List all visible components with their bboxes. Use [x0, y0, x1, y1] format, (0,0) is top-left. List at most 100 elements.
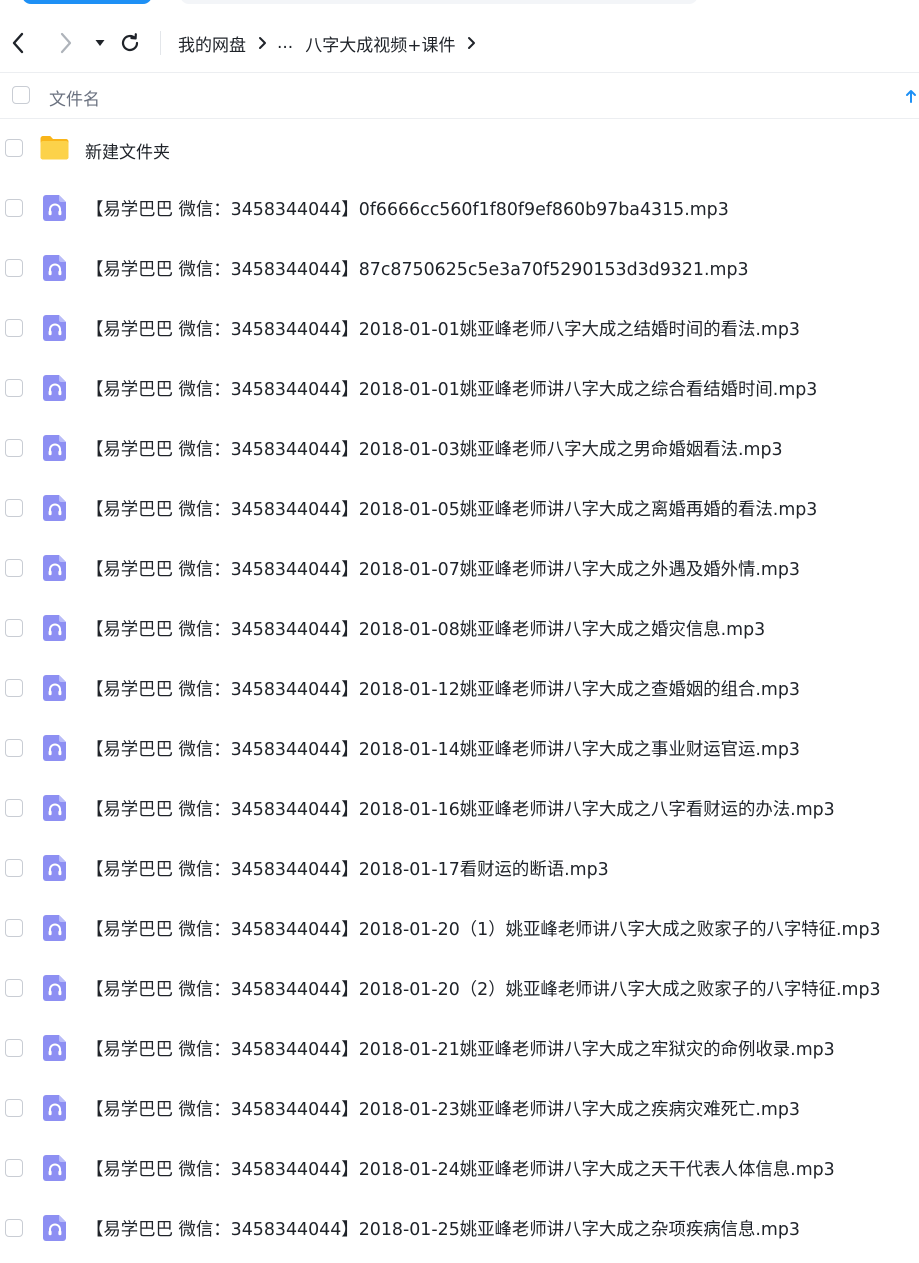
- file-row[interactable]: 【易学巴巴 微信：3458344044】2018-01-08姚亚峰老师讲八字大成…: [0, 599, 919, 659]
- breadcrumb-ellipsis[interactable]: ...: [277, 33, 293, 53]
- file-name[interactable]: 【易学巴巴 微信：3458344044】2018-01-24姚亚峰老师讲八字大成…: [86, 1156, 835, 1181]
- file-row[interactable]: 【易学巴巴 微信：3458344044】2018-01-12姚亚峰老师讲八字大成…: [0, 659, 919, 719]
- audio-file-icon: [43, 975, 66, 1001]
- file-name[interactable]: 【易学巴巴 微信：3458344044】2018-01-20（2）姚亚峰老师讲八…: [86, 976, 881, 1001]
- file-name[interactable]: 【易学巴巴 微信：3458344044】2018-01-01姚亚峰老师讲八字大成…: [86, 376, 817, 401]
- audio-file-icon: [43, 195, 66, 221]
- file-row[interactable]: 【易学巴巴 微信：3458344044】2018-01-07姚亚峰老师讲八字大成…: [0, 539, 919, 599]
- file-name[interactable]: 【易学巴巴 微信：3458344044】2018-01-14姚亚峰老师讲八字大成…: [86, 736, 800, 761]
- sort-ascending-icon[interactable]: [905, 88, 917, 106]
- history-dropdown-button[interactable]: [88, 29, 112, 57]
- row-checkbox[interactable]: [5, 559, 23, 577]
- file-name[interactable]: 【易学巴巴 微信：3458344044】2018-01-23姚亚峰老师讲八字大成…: [86, 1096, 800, 1121]
- row-checkbox[interactable]: [5, 919, 23, 937]
- file-name[interactable]: 【易学巴巴 微信：3458344044】2018-01-25姚亚峰老师讲八字大成…: [86, 1216, 800, 1241]
- top-strip: [0, 0, 919, 14]
- row-checkbox[interactable]: [5, 259, 23, 277]
- file-row[interactable]: 【易学巴巴 微信：3458344044】2018-01-14姚亚峰老师讲八字大成…: [0, 719, 919, 779]
- audio-file-icon: [43, 255, 66, 281]
- audio-file-icon: [43, 855, 66, 881]
- file-name[interactable]: 【易学巴巴 微信：3458344044】2018-01-05姚亚峰老师讲八字大成…: [86, 496, 817, 521]
- toolbar-divider: [160, 31, 161, 55]
- file-row[interactable]: 【易学巴巴 微信：3458344044】2018-01-25姚亚峰老师讲八字大成…: [0, 1199, 919, 1259]
- file-name[interactable]: 【易学巴巴 微信：3458344044】87c8750625c5e3a70f52…: [86, 256, 749, 281]
- file-name[interactable]: 【易学巴巴 微信：3458344044】2018-01-12姚亚峰老师讲八字大成…: [86, 676, 800, 701]
- chevron-right-icon[interactable]: [467, 36, 476, 50]
- row-checkbox[interactable]: [5, 139, 23, 157]
- file-row[interactable]: 【易学巴巴 微信：3458344044】2018-01-23姚亚峰老师讲八字大成…: [0, 1079, 919, 1139]
- file-row[interactable]: 【易学巴巴 微信：3458344044】2018-01-16姚亚峰老师讲八字大成…: [0, 779, 919, 839]
- back-button[interactable]: [6, 29, 30, 57]
- file-name[interactable]: 【易学巴巴 微信：3458344044】2018-01-01姚亚峰老师八字大成之…: [86, 316, 800, 341]
- file-name[interactable]: 【易学巴巴 微信：3458344044】2018-01-16姚亚峰老师讲八字大成…: [86, 796, 835, 821]
- row-checkbox[interactable]: [5, 379, 23, 397]
- row-checkbox[interactable]: [5, 319, 23, 337]
- audio-file-icon: [43, 375, 66, 401]
- chevron-right-icon: [60, 32, 72, 54]
- file-name[interactable]: 新建文件夹: [85, 138, 170, 163]
- file-row[interactable]: 【易学巴巴 微信：3458344044】2018-01-01姚亚峰老师八字大成之…: [0, 299, 919, 359]
- file-row[interactable]: 【易学巴巴 微信：3458344044】0f6666cc560f1f80f9ef…: [0, 179, 919, 239]
- row-checkbox[interactable]: [5, 739, 23, 757]
- audio-file-icon: [43, 735, 66, 761]
- audio-file-icon: [43, 435, 66, 461]
- audio-file-icon: [43, 615, 66, 641]
- column-header-filename[interactable]: 文件名: [49, 85, 100, 110]
- audio-file-icon: [43, 1215, 66, 1241]
- file-row[interactable]: 【易学巴巴 微信：3458344044】87c8750625c5e3a70f52…: [0, 239, 919, 299]
- select-all-checkbox[interactable]: [12, 86, 30, 104]
- folder-row[interactable]: 新建文件夹: [0, 119, 919, 179]
- row-checkbox[interactable]: [5, 1039, 23, 1057]
- list-header: 文件名: [0, 74, 919, 119]
- row-checkbox[interactable]: [5, 1159, 23, 1177]
- audio-file-icon: [43, 915, 66, 941]
- file-row[interactable]: 【易学巴巴 微信：3458344044】2018-01-21姚亚峰老师讲八字大成…: [0, 1019, 919, 1079]
- audio-file-icon: [43, 795, 66, 821]
- audio-file-icon: [43, 495, 66, 521]
- row-checkbox[interactable]: [5, 619, 23, 637]
- file-row[interactable]: 【易学巴巴 微信：3458344044】2018-01-20（2）姚亚峰老师讲八…: [0, 959, 919, 1019]
- file-row[interactable]: 【易学巴巴 微信：3458344044】2018-01-20（1）姚亚峰老师讲八…: [0, 899, 919, 959]
- audio-file-icon: [43, 675, 66, 701]
- toolbar: 我的网盘 ... 八字大成视频+课件: [0, 14, 919, 73]
- breadcrumb-root[interactable]: 我的网盘: [178, 31, 246, 56]
- row-checkbox[interactable]: [5, 799, 23, 817]
- file-name[interactable]: 【易学巴巴 微信：3458344044】2018-01-08姚亚峰老师讲八字大成…: [86, 616, 765, 641]
- file-row[interactable]: 【易学巴巴 微信：3458344044】2018-01-03姚亚峰老师八字大成之…: [0, 419, 919, 479]
- file-row[interactable]: 【易学巴巴 微信：3458344044】2018-01-17看财运的断语.mp3: [0, 839, 919, 899]
- chevron-left-icon: [12, 32, 24, 54]
- row-checkbox[interactable]: [5, 1219, 23, 1237]
- upload-button[interactable]: [22, 0, 152, 4]
- file-name[interactable]: 【易学巴巴 微信：3458344044】2018-01-20（1）姚亚峰老师讲八…: [86, 916, 881, 941]
- file-name[interactable]: 【易学巴巴 微信：3458344044】2018-01-03姚亚峰老师八字大成之…: [86, 436, 783, 461]
- chevron-right-icon: [258, 36, 267, 50]
- breadcrumb-current[interactable]: 八字大成视频+课件: [305, 31, 455, 56]
- file-list: 新建文件夹【易学巴巴 微信：3458344044】0f6666cc560f1f8…: [0, 119, 919, 1259]
- row-checkbox[interactable]: [5, 859, 23, 877]
- row-checkbox[interactable]: [5, 979, 23, 997]
- caret-down-icon: [95, 40, 105, 46]
- row-checkbox[interactable]: [5, 439, 23, 457]
- file-row[interactable]: 【易学巴巴 微信：3458344044】2018-01-24姚亚峰老师讲八字大成…: [0, 1139, 919, 1199]
- audio-file-icon: [43, 315, 66, 341]
- file-row[interactable]: 【易学巴巴 微信：3458344044】2018-01-05姚亚峰老师讲八字大成…: [0, 479, 919, 539]
- audio-file-icon: [43, 555, 66, 581]
- search-input[interactable]: [180, 0, 698, 4]
- audio-file-icon: [43, 1095, 66, 1121]
- forward-button[interactable]: [54, 29, 78, 57]
- breadcrumb: 我的网盘 ... 八字大成视频+课件: [178, 28, 486, 58]
- row-checkbox[interactable]: [5, 1099, 23, 1117]
- file-name[interactable]: 【易学巴巴 微信：3458344044】2018-01-21姚亚峰老师讲八字大成…: [86, 1036, 835, 1061]
- file-row[interactable]: 【易学巴巴 微信：3458344044】2018-01-01姚亚峰老师讲八字大成…: [0, 359, 919, 419]
- refresh-button[interactable]: [118, 29, 142, 57]
- audio-file-icon: [43, 1155, 66, 1181]
- row-checkbox[interactable]: [5, 679, 23, 697]
- file-name[interactable]: 【易学巴巴 微信：3458344044】0f6666cc560f1f80f9ef…: [86, 196, 729, 221]
- file-name[interactable]: 【易学巴巴 微信：3458344044】2018-01-07姚亚峰老师讲八字大成…: [86, 556, 800, 581]
- row-checkbox[interactable]: [5, 499, 23, 517]
- folder-icon: [40, 136, 69, 160]
- row-checkbox[interactable]: [5, 199, 23, 217]
- file-name[interactable]: 【易学巴巴 微信：3458344044】2018-01-17看财运的断语.mp3: [86, 856, 609, 881]
- audio-file-icon: [43, 1035, 66, 1061]
- refresh-icon: [121, 33, 139, 52]
